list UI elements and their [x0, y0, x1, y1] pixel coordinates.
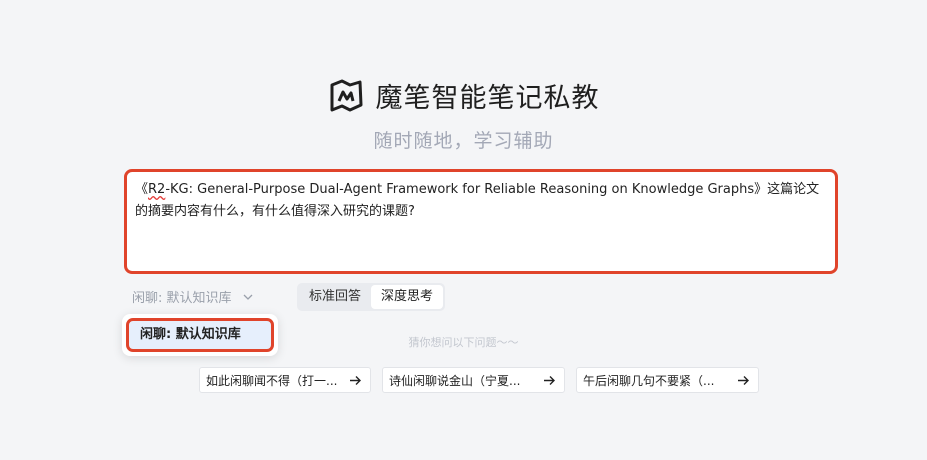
- arrow-right-icon: [350, 375, 361, 385]
- mode-deep-thinking-option[interactable]: 深度思考: [371, 285, 444, 309]
- query-rest: -KG: General-Purpose Dual-Agent Framewor…: [135, 182, 820, 219]
- arrow-right-icon: [544, 375, 555, 385]
- mobi-logo-icon: [330, 79, 362, 111]
- mode-standard-option[interactable]: 标准回答: [299, 285, 371, 309]
- suggestion-chip[interactable]: 如此闲聊闻不得（打一...: [199, 367, 371, 393]
- brand-header: 魔笔智能笔记私教: [0, 76, 927, 115]
- suggestions-title: 猜你想问以下问题～～: [408, 336, 519, 349]
- suggestion-chip[interactable]: 诗仙闲聊说金山（宁夏...: [382, 367, 565, 393]
- input-controls: 闲聊: 默认知识库 标准回答 深度思考: [124, 283, 838, 311]
- suggestion-text: 诗仙闲聊说金山（宁夏...: [389, 373, 521, 388]
- query-prefix: 《: [135, 182, 149, 197]
- knowledge-base-select[interactable]: 闲聊: 默认知识库: [132, 287, 254, 306]
- spellcheck-flagged-word: R2: [148, 182, 166, 197]
- suggestion-text: 如此闲聊闻不得（打一...: [206, 373, 338, 388]
- app-title: 魔笔智能笔记私教: [375, 83, 600, 114]
- suggestion-text: 午后闲聊几句不要紧（...: [583, 373, 715, 388]
- question-text[interactable]: 《R2-KG: General-Purpose Dual-Agent Frame…: [135, 179, 827, 223]
- app-subtitle: 随时随地，学习辅助: [373, 130, 554, 152]
- question-input[interactable]: 《R2-KG: General-Purpose Dual-Agent Frame…: [124, 169, 838, 274]
- arrow-right-icon: [738, 375, 749, 385]
- knowledge-base-label: 闲聊: 默认知识库: [132, 291, 232, 306]
- suggestion-chip[interactable]: 午后闲聊几句不要紧（...: [576, 367, 759, 393]
- chevron-down-icon: [243, 294, 252, 300]
- answer-mode-switch: 标准回答 深度思考: [297, 283, 446, 311]
